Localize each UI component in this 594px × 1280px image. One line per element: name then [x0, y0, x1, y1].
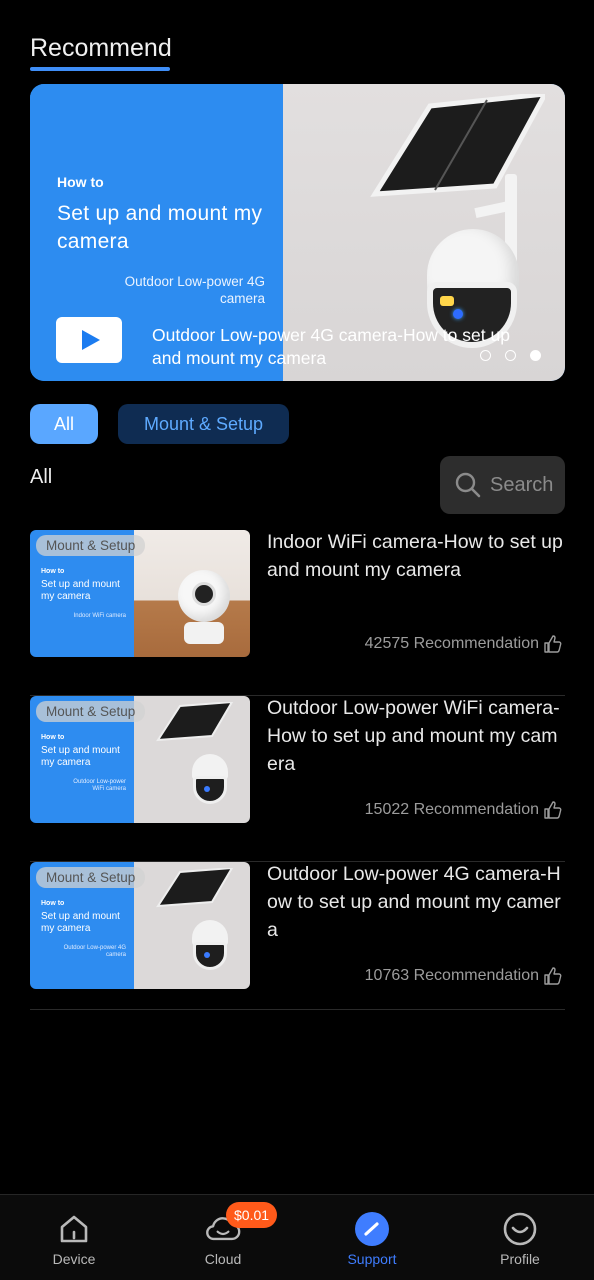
play-icon[interactable]	[56, 317, 122, 363]
tab-device[interactable]: Device	[24, 1211, 124, 1267]
solar-panel-icon	[156, 702, 234, 742]
recommendation-count: 15022 Recommendation	[365, 800, 563, 820]
thumbnail-sub: Outdoor Low-power WiFi camera	[73, 779, 126, 792]
filter-chip-all[interactable]: All	[30, 404, 98, 444]
camera-lens	[204, 952, 210, 958]
category-tag: Mount & Setup	[36, 867, 146, 888]
thumbnail-heading: Set up and mount my camera	[41, 911, 120, 934]
search-button[interactable]: Search	[440, 456, 565, 514]
video-thumbnail: How to Set up and mount my camera Outdoo…	[30, 862, 250, 989]
tab-label: Support	[347, 1251, 397, 1267]
thumbnail-how-to: How to	[41, 734, 65, 741]
category-tag: Mount & Setup	[36, 535, 146, 556]
camera-lens	[192, 582, 216, 606]
banner-subheading: Outdoor Low-power 4G camera	[124, 274, 265, 306]
search-label: Search	[490, 473, 554, 496]
video-title: Outdoor Low-power WiFi camera-How to set…	[267, 697, 560, 775]
camera-lens	[204, 786, 210, 792]
tab-label: Profile	[500, 1251, 540, 1267]
thumbnail-sub: Outdoor Low-power 4G camera	[63, 945, 126, 958]
cloud-price-badge: $0.01	[226, 1202, 278, 1228]
list-title: All	[30, 466, 53, 488]
recommendation-text: 15022 Recommendation	[364, 801, 539, 818]
tab-label: Device	[52, 1251, 96, 1267]
bottom-tab-bar: Device Cloud Support Profile	[0, 1194, 594, 1280]
house-icon	[56, 1211, 92, 1247]
tab-support[interactable]: Support	[322, 1211, 422, 1267]
camera-light	[440, 296, 454, 306]
recommendation-count: 42575 Recommendation	[365, 634, 563, 654]
thumbnail-heading: Set up and mount my camera	[41, 745, 120, 768]
recommendation-count: 10763 Recommendation	[365, 966, 563, 986]
tab-label: Cloud	[204, 1251, 242, 1267]
list-item[interactable]: How to Set up and mount my camera Indoor…	[30, 530, 565, 696]
thumbnail-how-to: How to	[41, 900, 65, 907]
carousel-indicator	[480, 350, 541, 361]
video-title: Indoor WiFi camera-How to set up and mou…	[267, 531, 563, 581]
compass-icon	[354, 1211, 390, 1247]
filter-chip-mount-setup[interactable]: Mount & Setup	[118, 404, 289, 444]
indoor-camera-illustration	[178, 570, 230, 644]
thumbs-up-icon[interactable]	[543, 800, 563, 820]
carousel-dot-active[interactable]	[530, 350, 541, 361]
video-thumbnail: How to Set up and mount my camera Indoor…	[30, 530, 250, 657]
video-title: Outdoor Low-power 4G camera-How to set u…	[267, 863, 561, 941]
outdoor-camera-illustration	[192, 754, 228, 812]
thumbs-up-icon[interactable]	[543, 966, 563, 986]
category-tag: Mount & Setup	[36, 701, 146, 722]
list-item[interactable]: How to Set up and mount my camera Outdoo…	[30, 696, 565, 862]
carousel-dot[interactable]	[505, 350, 516, 361]
section-title-underline	[30, 67, 170, 71]
video-thumbnail: How to Set up and mount my camera Outdoo…	[30, 696, 250, 823]
search-icon	[455, 472, 481, 498]
recommendation-text: 42575 Recommendation	[364, 635, 539, 652]
thumbnail-sub: Indoor WiFi camera	[73, 613, 126, 619]
recommendation-text: 10763 Recommendation	[364, 967, 539, 984]
camera-base	[184, 622, 224, 644]
filter-chips: All Mount & Setup	[30, 404, 289, 444]
section-title: Recommend	[30, 34, 172, 62]
banner-caption: Outdoor Low-power 4G camera-How to set u…	[152, 325, 510, 368]
thumbnail-heading: Set up and mount my camera	[41, 579, 120, 602]
camera-lens	[453, 309, 463, 319]
carousel-dot[interactable]	[480, 350, 491, 361]
smiley-icon	[502, 1211, 538, 1247]
solar-panel-icon	[156, 868, 234, 908]
camera-head	[193, 942, 227, 970]
camera-head	[193, 776, 227, 804]
thumbs-up-icon[interactable]	[543, 634, 563, 654]
list-item[interactable]: How to Set up and mount my camera Outdoo…	[30, 862, 565, 1010]
banner-heading: Set up and mount my camera	[57, 202, 263, 253]
thumbnail-how-to: How to	[41, 568, 65, 575]
tab-profile[interactable]: Profile	[470, 1211, 570, 1267]
outdoor-camera-illustration	[192, 920, 228, 978]
recommend-banner[interactable]: How to Set up and mount my camera Outdoo…	[30, 84, 565, 381]
banner-how-to: How to	[57, 174, 104, 190]
